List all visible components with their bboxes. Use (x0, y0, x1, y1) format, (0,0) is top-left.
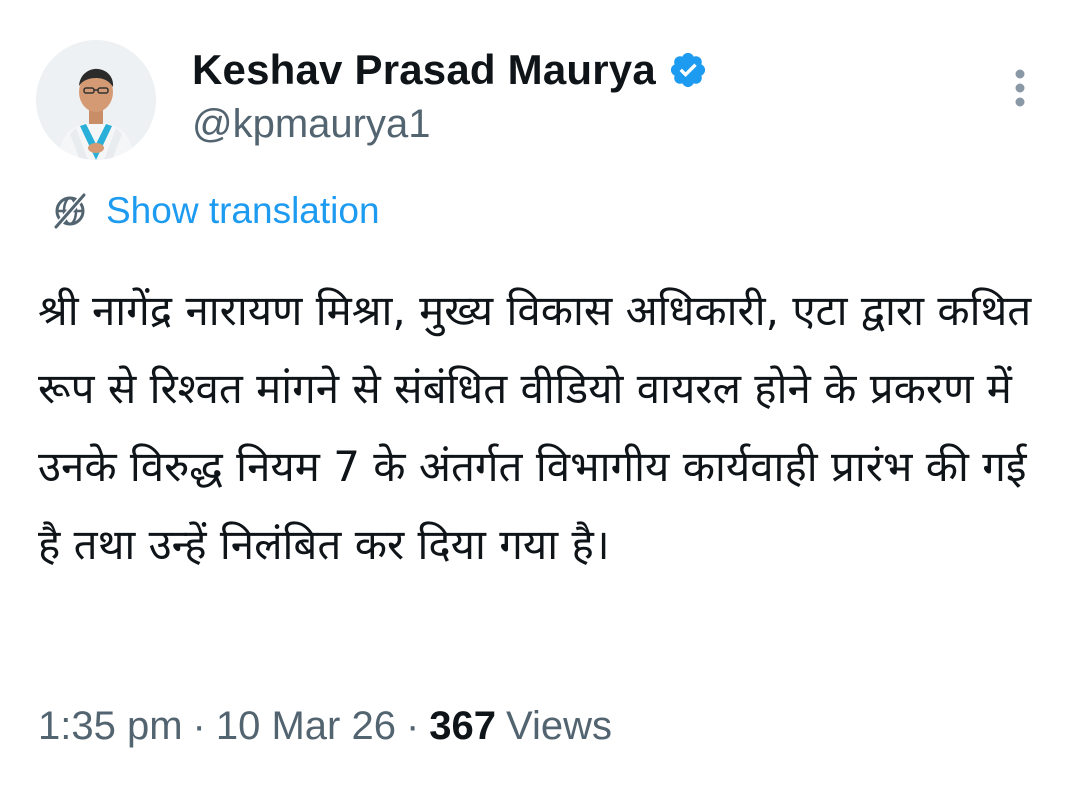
globe-slash-icon (48, 189, 92, 233)
profile-photo (36, 40, 156, 160)
avatar[interactable] (36, 40, 156, 160)
more-vertical-icon[interactable] (1002, 64, 1038, 112)
tweet-meta: 1:35 pm · 10 Mar 26 · 367 Views (38, 704, 612, 749)
author-handle[interactable]: @kpmaurya1 (192, 102, 430, 147)
tweet-text: श्री नागेंद्र नारायण मिश्रा, मुख्य विकास… (38, 286, 1045, 569)
display-name[interactable]: Keshav Prasad Maurya (192, 46, 656, 94)
meta-separator: · (192, 704, 206, 748)
tweet-time[interactable]: 1:35 pm (38, 704, 183, 749)
author-name-row[interactable]: Keshav Prasad Maurya (192, 44, 708, 96)
verified-badge-icon[interactable] (668, 50, 708, 90)
meta-separator: · (405, 704, 420, 748)
views-label[interactable]: Views (506, 704, 612, 749)
tweet-date[interactable]: 10 Mar 26 (216, 704, 396, 749)
show-translation-label[interactable]: Show translation (106, 190, 380, 232)
show-translation-button[interactable]: Show translation (48, 188, 380, 234)
views-count[interactable]: 367 (429, 704, 496, 749)
